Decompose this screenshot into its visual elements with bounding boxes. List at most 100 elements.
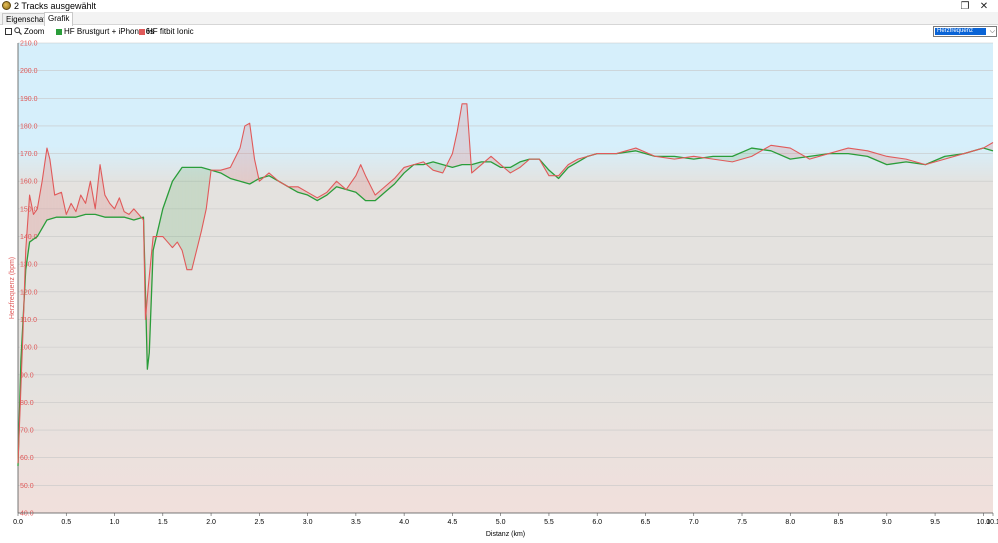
zoom-checkbox[interactable] xyxy=(5,28,12,35)
y-tick-label: 60.0 xyxy=(20,455,34,462)
diff-fill-fitbit-higher xyxy=(786,147,789,159)
diff-fill-fitbit-higher xyxy=(34,210,36,239)
metric-select[interactable]: Herzfrequenz ⌵ xyxy=(933,26,997,37)
diff-fill-fitbit-higher xyxy=(858,149,860,156)
x-axis-label: Distanz (km) xyxy=(486,531,525,538)
diff-fill-fitbit-higher xyxy=(89,185,92,215)
diff-fill-fitbit-higher xyxy=(235,153,238,181)
diff-fill-fitbit-higher xyxy=(99,169,101,217)
x-tick-label: 5.0 xyxy=(496,519,506,526)
legend-swatch-series2 xyxy=(139,29,145,35)
x-tick-label: 0.0 xyxy=(13,519,23,526)
heart-rate-chart[interactable]: 40.050.060.070.080.090.0100.0110.0120.01… xyxy=(0,40,998,543)
diff-fill-chest-higher xyxy=(172,179,174,248)
y-tick-label: 200.0 xyxy=(20,68,38,75)
diff-fill-fitbit-higher xyxy=(783,147,785,157)
gps-globe-icon xyxy=(2,1,11,10)
diff-fill-chest-higher xyxy=(182,167,184,257)
diff-fill-fitbit-higher xyxy=(248,123,251,184)
diff-fill-fitbit-higher xyxy=(863,150,865,156)
diff-fill-chest-higher xyxy=(191,167,194,270)
app-window: 2 Tracks ausgewählt ❐ ✕ Eigenschaften Gr… xyxy=(0,0,998,543)
x-tick-label: 1.5 xyxy=(158,519,168,526)
x-tick-label: 1.0 xyxy=(110,519,120,526)
x-tick-label: 9.0 xyxy=(882,519,892,526)
diff-fill-fitbit-higher xyxy=(464,103,467,165)
x-tick-label: 4.0 xyxy=(399,519,409,526)
y-tick-label: 40.0 xyxy=(20,511,34,518)
diff-fill-fitbit-higher xyxy=(29,198,31,244)
diff-fill-chest-higher xyxy=(198,167,200,244)
y-axis-label: Herzfrequenz (bpm) xyxy=(9,257,16,319)
diff-fill-fitbit-higher xyxy=(893,157,896,164)
x-tick-label: 6.5 xyxy=(641,519,651,526)
diff-fill-fitbit-higher xyxy=(60,192,62,218)
tab-grafik[interactable]: Grafik xyxy=(44,12,74,26)
diff-fill-fitbit-higher xyxy=(789,148,792,159)
y-tick-label: 170.0 xyxy=(20,151,38,158)
diff-fill-fitbit-higher xyxy=(55,194,57,218)
x-tick-label: 8.0 xyxy=(785,519,795,526)
diff-fill-chest-higher xyxy=(175,174,178,244)
diff-fill-fitbit-higher xyxy=(58,192,61,218)
diff-fill-fitbit-higher xyxy=(118,199,121,218)
y-tick-label: 190.0 xyxy=(20,96,38,103)
diff-fill-fitbit-higher xyxy=(848,148,850,154)
diff-fill-chest-higher xyxy=(165,195,168,242)
y-tick-label: 210.0 xyxy=(20,41,38,48)
diff-fill-chest-higher xyxy=(187,167,189,270)
zoom-label: Zoom xyxy=(24,27,45,36)
diff-fill-fitbit-higher xyxy=(785,147,787,158)
diff-fill-chest-higher xyxy=(435,162,438,172)
diff-fill-fitbit-higher xyxy=(890,156,893,165)
diff-fill-fitbit-higher xyxy=(861,149,863,156)
x-tick-label: 8.5 xyxy=(834,519,844,526)
diff-fill-fitbit-higher xyxy=(850,148,852,155)
x-tick-label: 6.0 xyxy=(592,519,602,526)
y-tick-label: 90.0 xyxy=(20,372,34,379)
diff-fill-chest-higher xyxy=(729,156,732,162)
diff-fill-chest-higher xyxy=(170,181,173,248)
diff-fill-chest-higher xyxy=(201,167,204,231)
plot-background xyxy=(18,43,993,513)
close-icon[interactable]: ✕ xyxy=(970,0,998,12)
diff-fill-fitbit-higher xyxy=(859,149,862,156)
diff-fill-fitbit-higher xyxy=(885,156,888,165)
x-tick-label: 3.5 xyxy=(351,519,361,526)
x-tick-label: 7.0 xyxy=(689,519,699,526)
y-tick-label: 160.0 xyxy=(20,179,38,186)
diff-fill-fitbit-higher xyxy=(461,103,464,165)
window-title: 2 Tracks ausgewählt xyxy=(14,1,97,11)
diff-fill-chest-higher xyxy=(183,167,186,264)
diff-fill-fitbit-higher xyxy=(245,124,248,184)
diff-fill-fitbit-higher xyxy=(247,123,249,184)
diff-fill-fitbit-higher xyxy=(359,165,361,197)
diff-fill-chest-higher xyxy=(195,167,197,257)
diff-fill-chest-higher xyxy=(434,162,436,171)
x-tick-label: 9.5 xyxy=(930,519,940,526)
diff-fill-chest-higher xyxy=(180,167,183,251)
x-tick-label: 3.0 xyxy=(303,519,313,526)
diff-fill-fitbit-higher xyxy=(47,149,49,220)
x-tick-label: 2.5 xyxy=(254,519,264,526)
diff-fill-fitbit-higher xyxy=(856,149,859,156)
y-tick-label: 50.0 xyxy=(20,483,34,490)
diff-fill-fitbit-higher xyxy=(229,166,231,179)
diff-fill-chest-higher xyxy=(177,172,179,245)
legend-swatch-series1 xyxy=(56,29,62,35)
diff-fill-fitbit-higher xyxy=(887,156,889,165)
diff-fill-chest-higher xyxy=(167,190,170,244)
diff-fill-fitbit-higher xyxy=(851,148,854,155)
diff-fill-fitbit-higher xyxy=(854,149,857,155)
chevron-down-icon[interactable]: ⌵ xyxy=(990,27,995,36)
diff-fill-fitbit-higher xyxy=(780,146,782,156)
diff-fill-chest-higher xyxy=(440,164,443,173)
diff-fill-fitbit-higher xyxy=(889,156,891,165)
x-tick-label: 0.5 xyxy=(61,519,71,526)
y-tick-label: 180.0 xyxy=(20,123,38,130)
y-tick-label: 80.0 xyxy=(20,400,34,407)
x-tick-label: 4.5 xyxy=(448,519,458,526)
x-tick-label: 10.1 xyxy=(986,519,998,526)
y-tick-label: 120.0 xyxy=(20,289,38,296)
diff-fill-chest-higher xyxy=(193,167,196,263)
